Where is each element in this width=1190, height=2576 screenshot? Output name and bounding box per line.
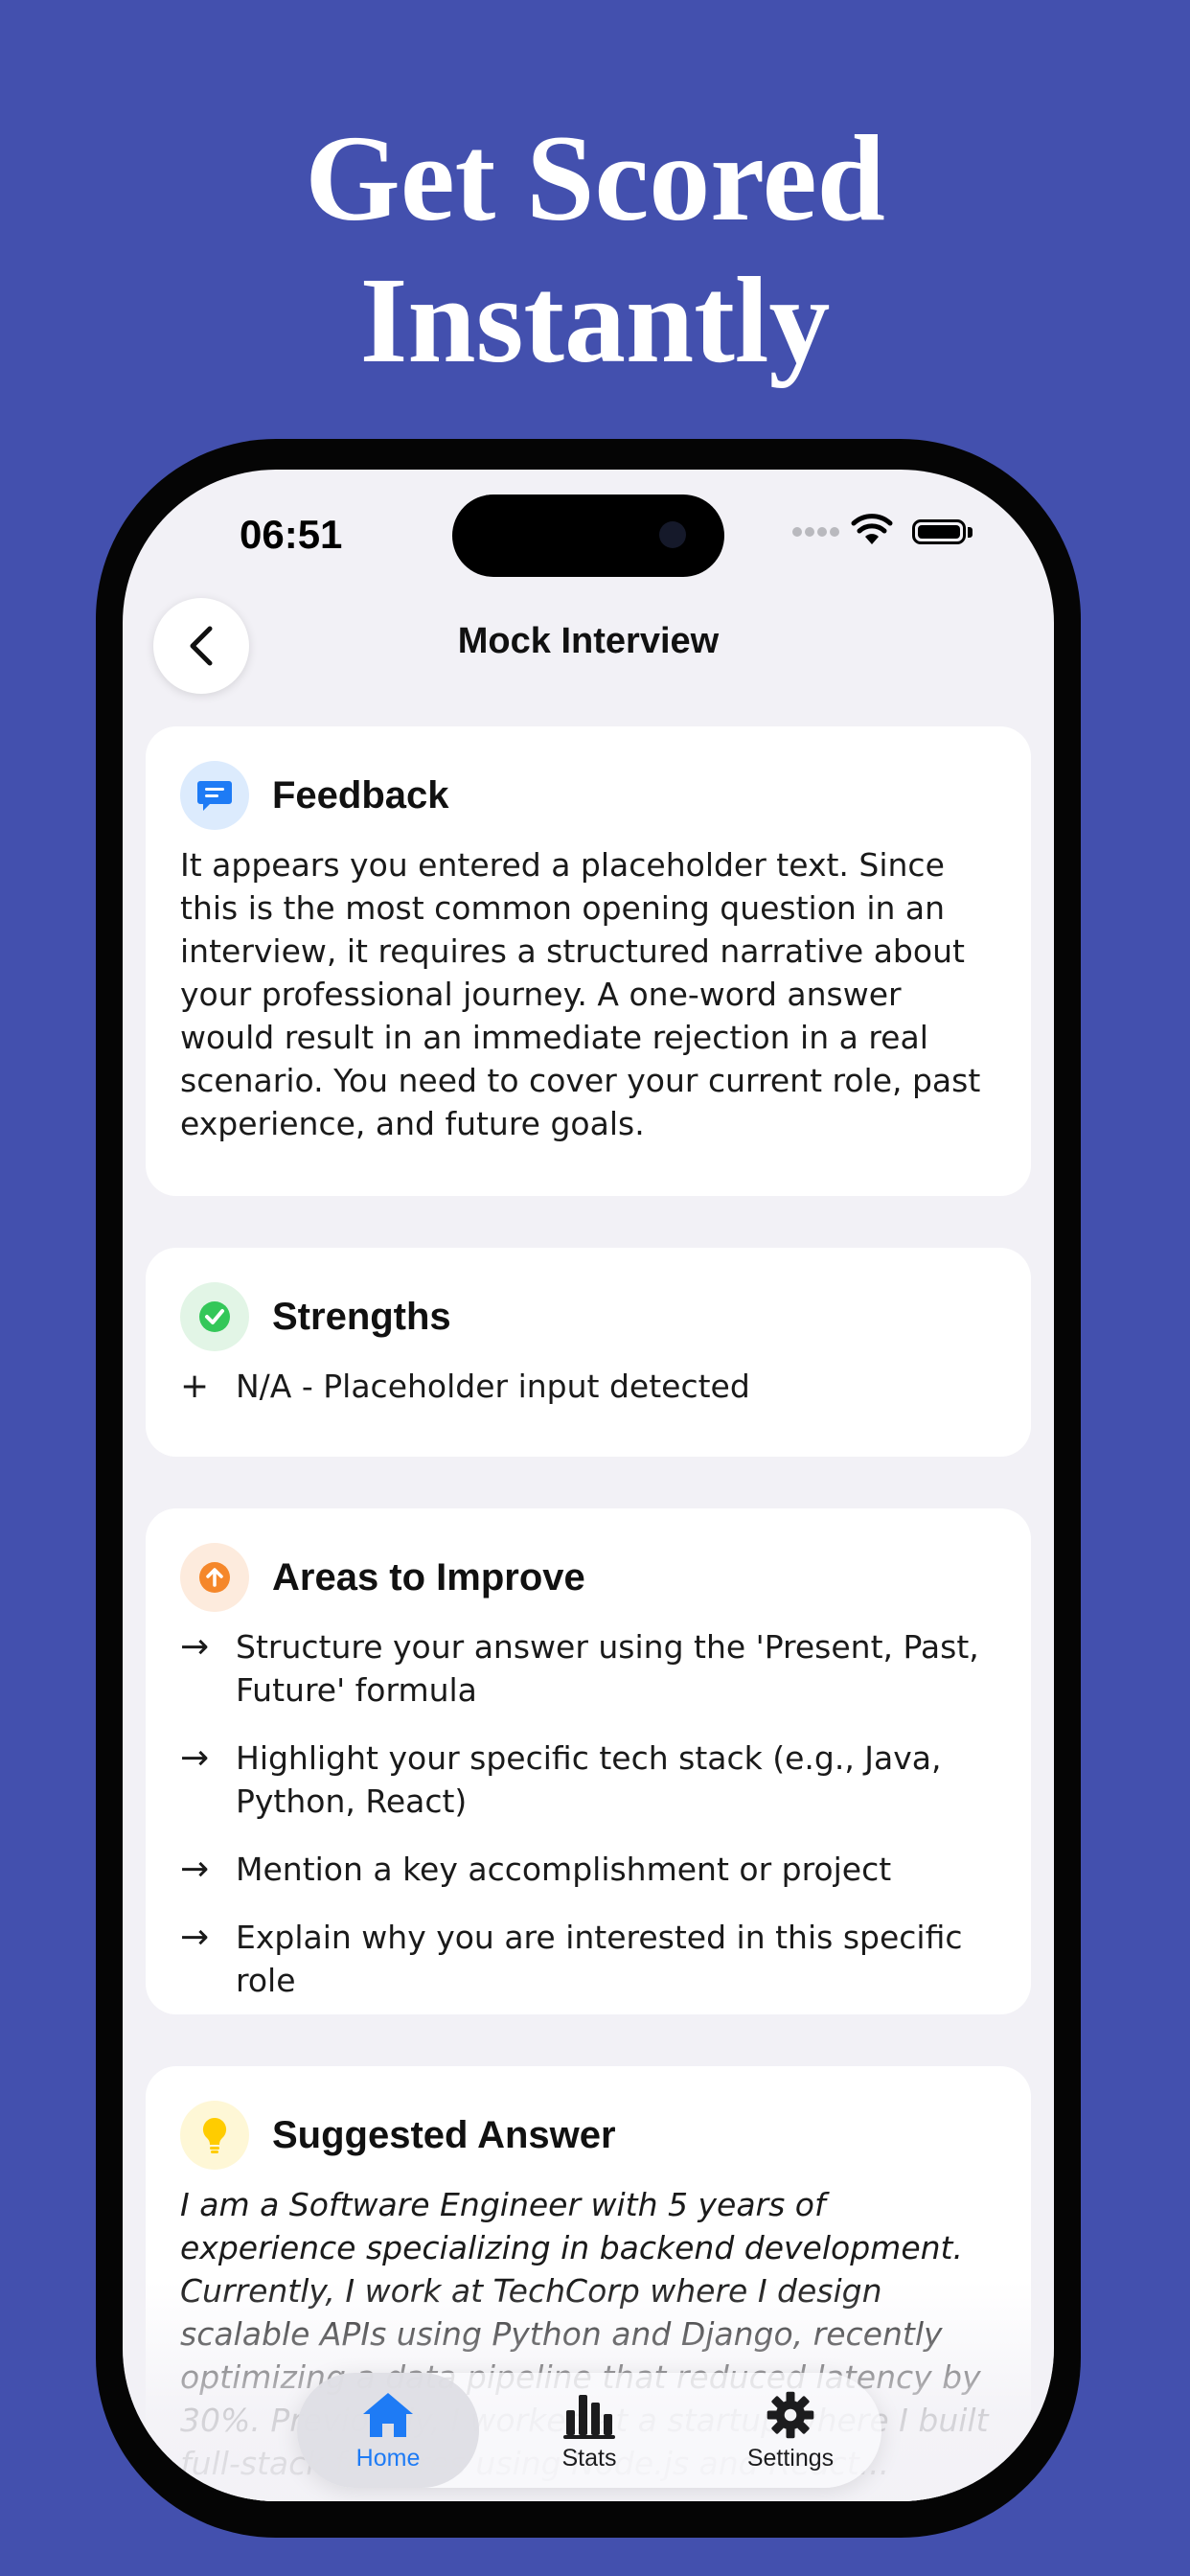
strengths-title: Strengths [272, 1295, 451, 1338]
feedback-text: It appears you entered a placeholder tex… [180, 846, 981, 1142]
arrow-right-icon: → [180, 1918, 210, 1957]
improve-text: Mention a key accomplishment or project [236, 1851, 892, 1888]
camera-icon [659, 521, 686, 548]
page-title: Mock Interview [457, 621, 720, 661]
tab-settings-label: Settings [746, 2444, 835, 2472]
chat-bubble-icon [180, 761, 249, 830]
bar-chart-icon [563, 2394, 615, 2439]
improve-text: Explain why you are interested in this s… [236, 1919, 963, 1999]
arrow-right-icon: → [180, 1850, 210, 1889]
arrow-right-icon: → [180, 1627, 210, 1667]
suggested-title: Suggested Answer [272, 2113, 616, 2156]
checkmark-circle-icon [180, 1282, 249, 1351]
arrow-up-circle-icon [180, 1543, 249, 1612]
feedback-card: Feedback It appears you entered a placeh… [146, 726, 1031, 1196]
cellular-signal-icon [792, 527, 839, 537]
app-screen: 06:51 Mock Interview Feedback It appears… [123, 470, 1054, 2501]
tab-home[interactable]: Home [297, 2373, 479, 2488]
plus-icon: + [180, 1367, 210, 1406]
status-time: 06:51 [240, 512, 343, 557]
strength-text: N/A - Placeholder input detected [236, 1368, 750, 1405]
list-item: → Highlight your specific tech stack (e.… [180, 1736, 996, 1823]
strengths-card: Strengths + N/A - Placeholder input dete… [146, 1248, 1031, 1457]
tab-home-label: Home [355, 2444, 421, 2472]
list-item: → Mention a key accomplishment or projec… [180, 1848, 996, 1891]
gear-icon [767, 2391, 814, 2438]
improve-text: Structure your answer using the 'Present… [236, 1628, 979, 1709]
house-icon [363, 2392, 413, 2437]
arrow-right-icon: → [180, 1738, 210, 1778]
improve-card: Areas to Improve → Structure your answer… [146, 1508, 1031, 2014]
battery-tip [968, 527, 973, 538]
feedback-title: Feedback [272, 773, 449, 816]
tab-stats[interactable]: Stats [498, 2373, 680, 2488]
improve-title: Areas to Improve [272, 1555, 585, 1598]
list-item: → Structure your answer using the 'Prese… [180, 1625, 996, 1712]
wifi-icon [851, 514, 893, 544]
battery-icon [912, 519, 966, 544]
promo-headline-line1: Get Scored [305, 110, 885, 246]
list-item: + N/A - Placeholder input detected [180, 1365, 996, 1408]
tab-bar: Home Stats Settings [297, 2373, 881, 2488]
tab-settings[interactable]: Settings [699, 2373, 881, 2488]
improve-text: Highlight your specific tech stack (e.g.… [236, 1739, 942, 1820]
tab-stats-label: Stats [561, 2444, 617, 2472]
lightbulb-icon [180, 2101, 249, 2170]
promo-headline-line2: Instantly [359, 252, 831, 388]
list-item: → Explain why you are interested in this… [180, 1916, 996, 2002]
promo-headline: Get Scored Instantly [0, 107, 1190, 391]
